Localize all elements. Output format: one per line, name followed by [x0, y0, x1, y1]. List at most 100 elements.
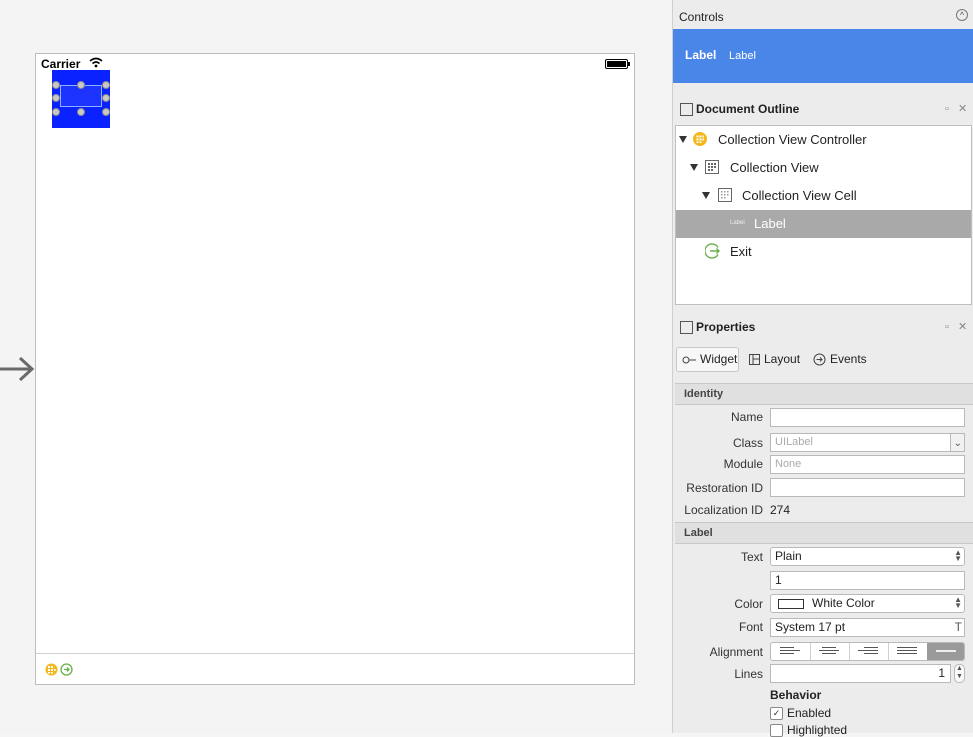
- wifi-icon: [89, 57, 103, 68]
- font-label: Font: [738, 620, 763, 634]
- highlighted-label: Highlighted: [787, 723, 848, 737]
- inspector-panel: Controls ^ Label Label Document Outline …: [672, 0, 973, 737]
- entry-point-arrow-icon[interactable]: [0, 356, 36, 382]
- label-text-field[interactable]: 1: [770, 571, 965, 590]
- tab-layout[interactable]: Layout: [749, 347, 800, 372]
- alignment-label: Alignment: [709, 645, 763, 659]
- module-label: Module: [723, 457, 763, 471]
- view-controller-icon[interactable]: [45, 663, 58, 676]
- chevron-down-icon[interactable]: ⌄: [954, 435, 962, 452]
- tab-widget[interactable]: Widget: [682, 347, 737, 372]
- module-field[interactable]: None: [770, 455, 965, 474]
- align-left-button[interactable]: [771, 643, 811, 660]
- align-natural-button[interactable]: [927, 643, 964, 660]
- controls-pad-header: Controls: [673, 3, 973, 31]
- align-center-button[interactable]: [810, 643, 850, 660]
- restoration-id-field[interactable]: [770, 478, 965, 497]
- exit-icon: [705, 243, 720, 259]
- disclosure-triangle-icon[interactable]: [690, 164, 698, 171]
- name-field[interactable]: [770, 408, 965, 427]
- collection-view-icon: [705, 160, 719, 174]
- resize-handle[interactable]: [102, 108, 110, 116]
- outline-row-label-selected[interactable]: Label Label: [676, 210, 971, 238]
- maximize-icon[interactable]: ▫: [945, 95, 949, 123]
- alignment-segmented-control: [770, 642, 965, 661]
- outline-row-label: Exit: [730, 244, 752, 259]
- collection-view-cell[interactable]: [52, 70, 110, 128]
- storyboard-canvas[interactable]: Carrier: [0, 0, 672, 733]
- outline-row-label: Label: [754, 216, 786, 231]
- popup-arrows-icon: ▲ ▼: [954, 548, 962, 563]
- text-type-value: Plain: [775, 549, 802, 563]
- localization-id-value: 274: [770, 503, 791, 517]
- close-icon[interactable]: ✕: [958, 95, 967, 123]
- resize-handle[interactable]: [102, 94, 110, 102]
- label-icon: Label: [730, 220, 745, 226]
- font-field[interactable]: System 17 pt T: [770, 618, 965, 637]
- lines-field[interactable]: 1: [770, 664, 951, 683]
- tab-events[interactable]: Events: [813, 347, 867, 372]
- align-right-button[interactable]: [849, 643, 889, 660]
- controls-title: Controls: [679, 10, 724, 24]
- disclosure-triangle-icon[interactable]: [702, 192, 710, 199]
- enabled-label: Enabled: [787, 706, 832, 720]
- resize-handle[interactable]: [52, 108, 60, 116]
- controls-toolbox: Label Label: [673, 29, 973, 83]
- class-placeholder: UILabel: [775, 436, 813, 448]
- carrier-label: Carrier: [41, 57, 81, 71]
- document-outline-header: Document Outline ▫ ✕: [673, 95, 973, 123]
- close-icon[interactable]: ✕: [958, 313, 967, 341]
- resize-handle[interactable]: [102, 81, 110, 89]
- resize-handle[interactable]: [77, 108, 85, 116]
- name-label: Name: [730, 410, 763, 424]
- toolbox-label-item[interactable]: Label: [685, 48, 716, 62]
- collapse-icon[interactable]: ^: [956, 9, 968, 21]
- color-swatch: [778, 598, 804, 609]
- highlighted-checkbox[interactable]: [770, 724, 783, 737]
- properties-title: Properties: [696, 320, 756, 334]
- label-section-header[interactable]: Label: [675, 522, 973, 544]
- widget-icon: [682, 356, 696, 364]
- behavior-header: Behavior: [770, 688, 822, 702]
- outline-icon: [680, 103, 693, 116]
- restoration-id-label: Restoration ID: [686, 481, 763, 495]
- align-justify-button[interactable]: [888, 643, 928, 660]
- layout-icon: [749, 354, 760, 366]
- text-type-popup[interactable]: Plain ▲ ▼: [770, 547, 965, 566]
- class-label: Class: [732, 436, 763, 450]
- collection-view-scene[interactable]: Carrier: [35, 53, 635, 685]
- lines-label: Lines: [734, 667, 763, 681]
- identity-section-header[interactable]: Identity: [675, 383, 973, 405]
- popup-arrows-icon: ▲ ▼: [954, 595, 962, 610]
- outline-row-exit[interactable]: Exit: [676, 238, 971, 266]
- outline-row-collection-view-controller[interactable]: Collection View Controller: [676, 126, 971, 154]
- class-combobox[interactable]: UILabel ⌄: [770, 433, 965, 452]
- outline-row-collection-view-cell[interactable]: Collection View Cell: [676, 182, 971, 210]
- collection-view-cell-icon: [718, 188, 732, 202]
- events-icon: [813, 353, 826, 366]
- properties-header: Properties ▫ ✕: [673, 313, 973, 341]
- color-value: White Color: [812, 596, 875, 610]
- color-popup[interactable]: White Color ▲ ▼: [770, 594, 965, 613]
- view-controller-icon: [693, 132, 707, 146]
- text-type-label: Text: [740, 550, 763, 564]
- scene-dock: [36, 653, 634, 684]
- document-outline-tree: Collection View Controller Collection Vi…: [675, 125, 972, 305]
- outline-row-label: Collection View Controller: [718, 132, 867, 147]
- localization-id-label: Localization ID: [684, 503, 763, 517]
- tab-label: Events: [830, 352, 867, 366]
- font-picker-icon[interactable]: T: [955, 619, 962, 636]
- enabled-checkbox[interactable]: ✓: [770, 707, 783, 720]
- outline-row-collection-view[interactable]: Collection View: [676, 154, 971, 182]
- toolbox-label-item[interactable]: Label: [729, 50, 756, 62]
- resize-handle[interactable]: [52, 94, 60, 102]
- battery-icon: [605, 59, 630, 69]
- resize-handle[interactable]: [77, 81, 85, 89]
- disclosure-triangle-icon[interactable]: [679, 136, 687, 143]
- maximize-icon[interactable]: ▫: [945, 313, 949, 341]
- exit-icon[interactable]: [60, 663, 73, 676]
- status-bar: Carrier: [36, 54, 634, 72]
- outline-row-label: Collection View: [730, 160, 819, 175]
- lines-stepper[interactable]: ▲ ▼: [954, 664, 965, 683]
- resize-handle[interactable]: [52, 81, 60, 89]
